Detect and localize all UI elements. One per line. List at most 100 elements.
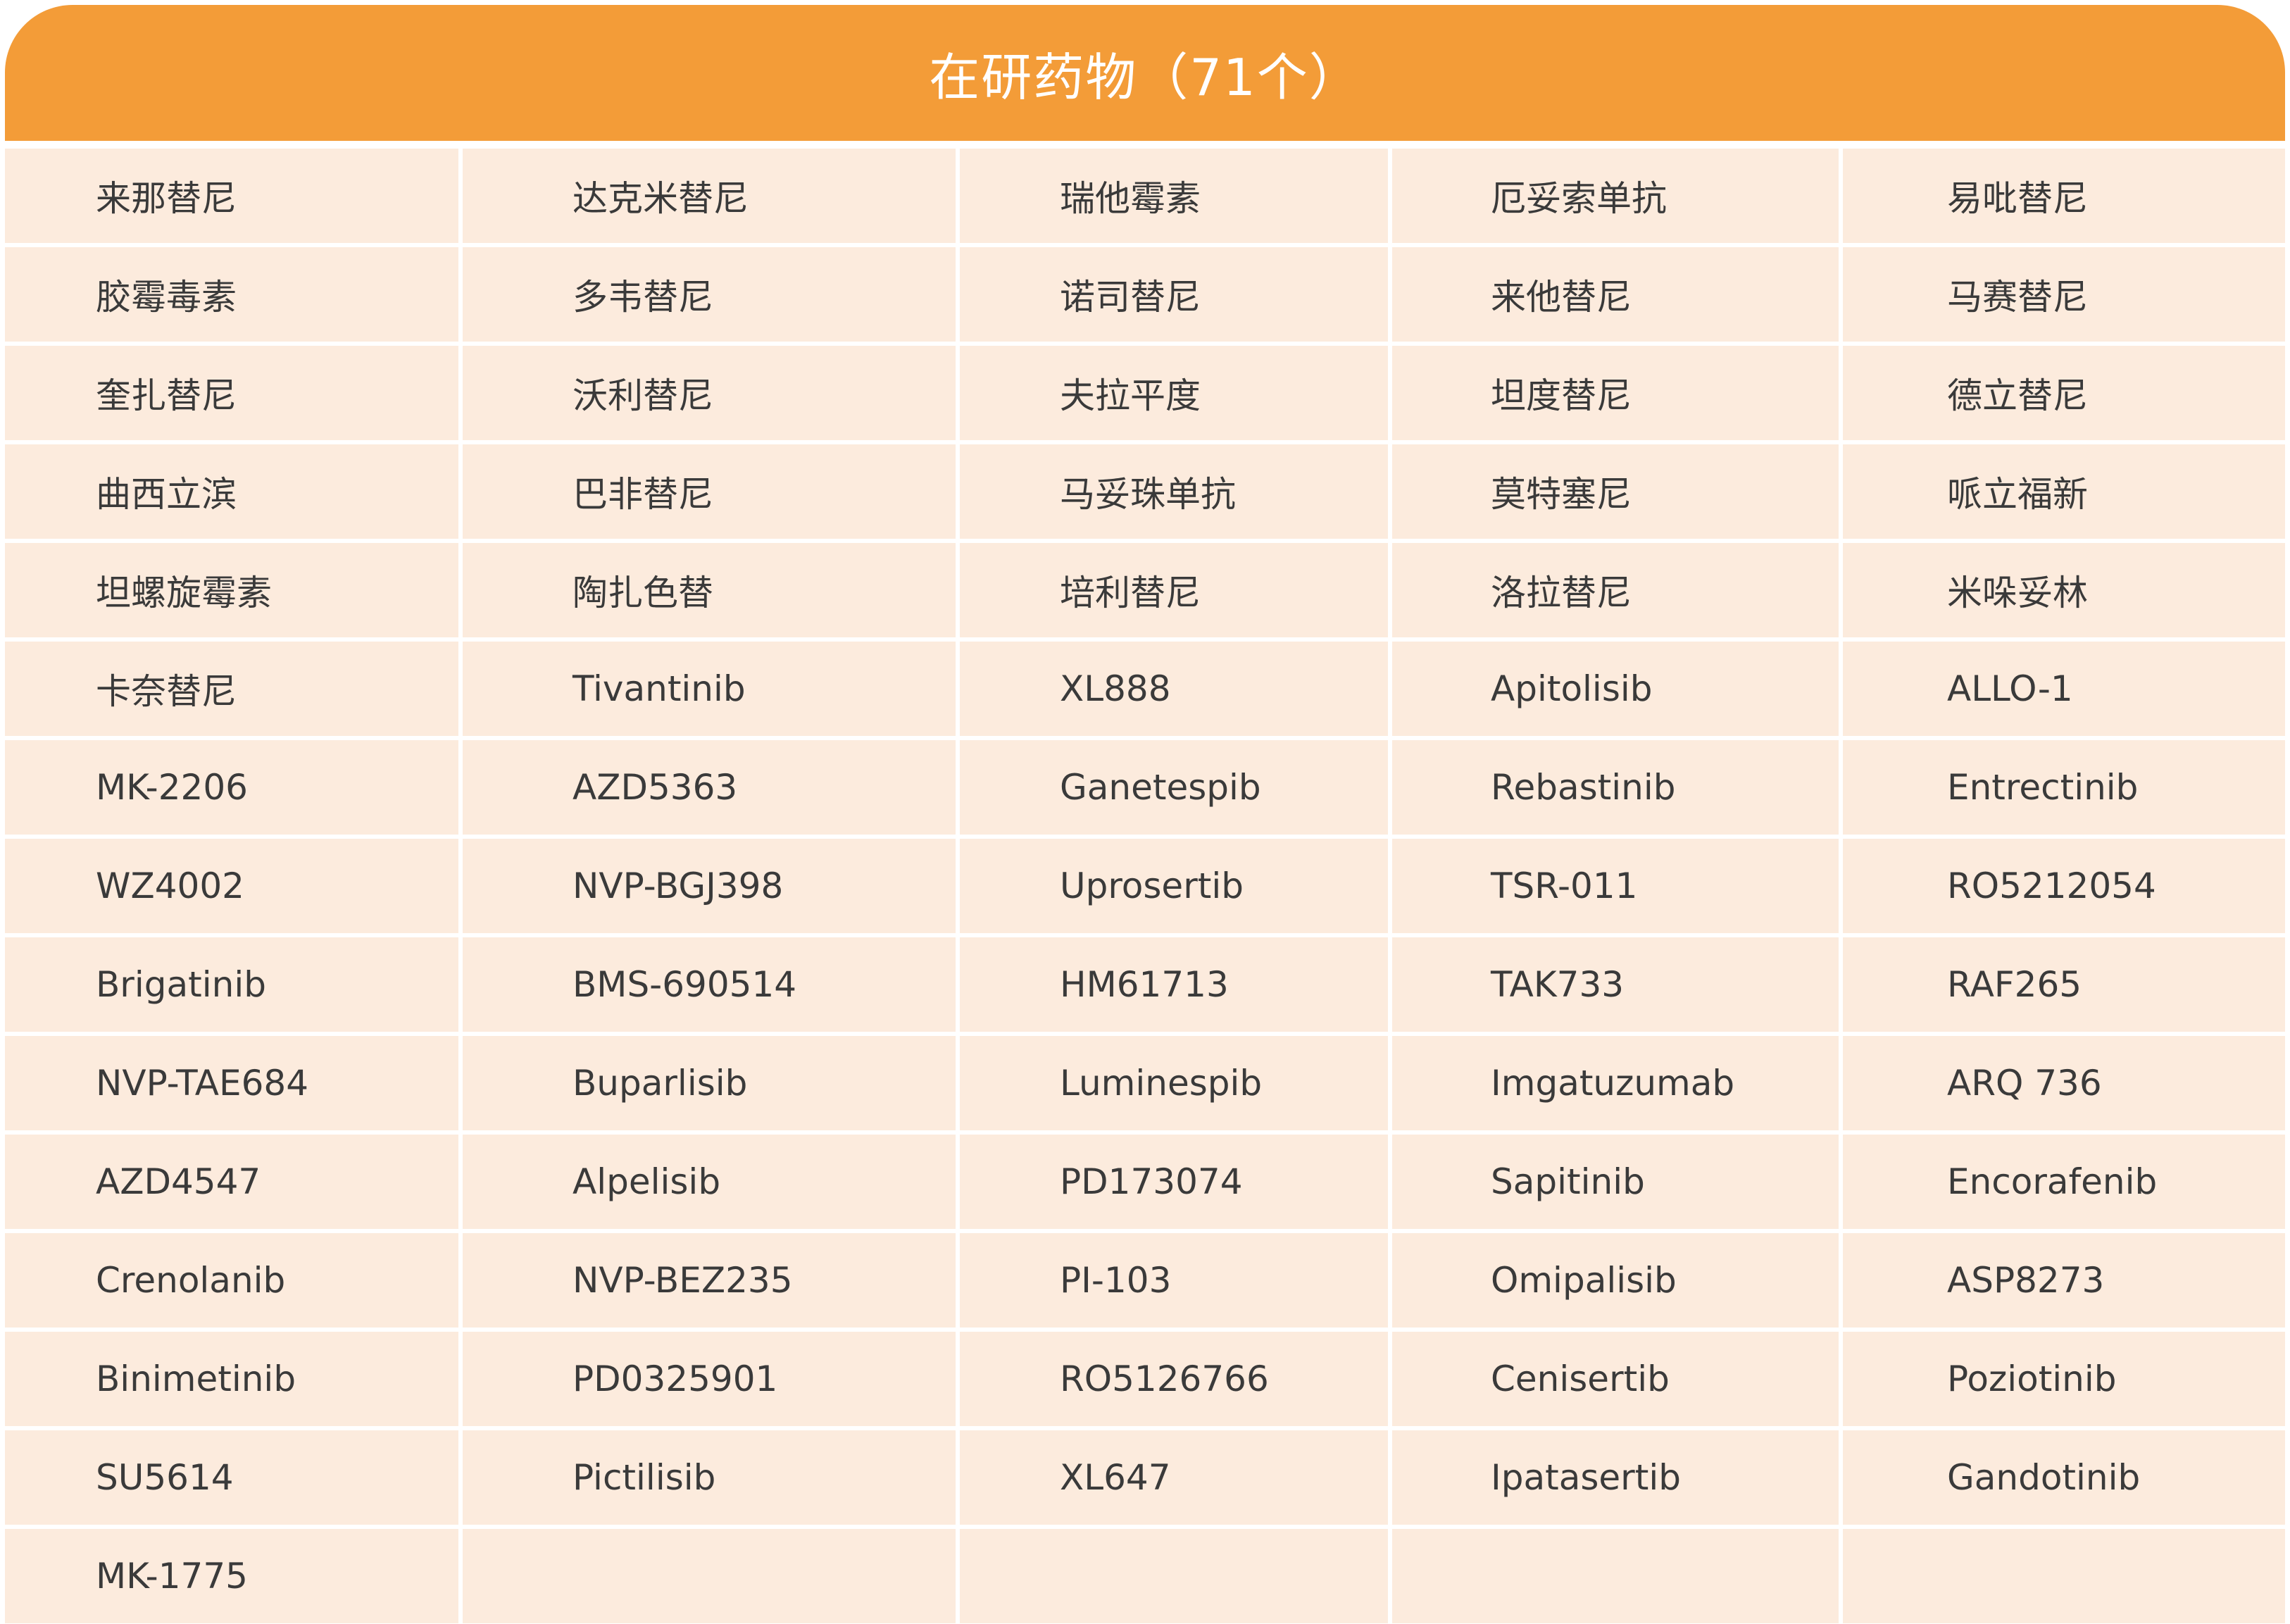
drug-name: PD0325901 xyxy=(572,1358,778,1399)
table-cell: Tivantinib xyxy=(463,642,956,736)
drug-name: Cenisertib xyxy=(1491,1358,1670,1399)
drug-name: Poziotinib xyxy=(1947,1358,2117,1399)
drug-name: 德立替尼 xyxy=(1947,375,2088,416)
table-cell: PD173074 xyxy=(960,1135,1388,1229)
table-cell: 来那替尼 xyxy=(5,149,458,243)
drug-name: 来他替尼 xyxy=(1491,277,1632,318)
table-cell: 瑞他霉素 xyxy=(960,149,1388,243)
table-title: 在研药物（71个） xyxy=(929,48,1361,107)
table-cell: 坦度替尼 xyxy=(1392,346,1839,440)
drug-name: Apitolisib xyxy=(1491,668,1653,709)
drug-name: 厄妥索单抗 xyxy=(1491,178,1667,219)
drug-name: ALLO-1 xyxy=(1947,668,2073,709)
drug-name: 坦度替尼 xyxy=(1491,375,1632,416)
drug-name: 瑞他霉素 xyxy=(1060,178,1201,219)
drug-name: NVP-TAE684 xyxy=(96,1063,309,1104)
table-cell: SU5614 xyxy=(5,1430,458,1525)
table-cell: XL647 xyxy=(960,1430,1388,1525)
drug-name: 卡奈替尼 xyxy=(96,671,237,712)
table-cell: 米哚妥林 xyxy=(1843,543,2285,637)
drug-name: NVP-BGJ398 xyxy=(572,866,784,906)
table-cell: Alpelisib xyxy=(463,1135,956,1229)
drug-name: Crenolanib xyxy=(96,1260,286,1301)
table-cell: WZ4002 xyxy=(5,839,458,933)
table-cell: NVP-BGJ398 xyxy=(463,839,956,933)
drug-name: ASP8273 xyxy=(1947,1260,2105,1301)
table-cell: Rebastinib xyxy=(1392,740,1839,835)
drug-name: AZD4547 xyxy=(96,1161,261,1202)
drug-name: 曲西立滨 xyxy=(96,474,237,515)
table-cell: Imgatuzumab xyxy=(1392,1036,1839,1130)
table-cell: Ipatasertib xyxy=(1392,1430,1839,1525)
table-header: 在研药物（71个） xyxy=(5,5,2285,141)
table-cell: 诺司替尼 xyxy=(960,247,1388,342)
table-cell: Entrectinib xyxy=(1843,740,2285,835)
drug-name: TSR-011 xyxy=(1491,866,1638,906)
table-cell: 曲西立滨 xyxy=(5,444,458,539)
drug-name: 胶霉毒素 xyxy=(96,277,237,318)
table-cell: Apitolisib xyxy=(1392,642,1839,736)
drug-name: Brigatinib xyxy=(96,964,266,1005)
table-cell: ASP8273 xyxy=(1843,1233,2285,1328)
drug-name: 洛拉替尼 xyxy=(1491,573,1632,613)
drug-name: Ipatasertib xyxy=(1491,1457,1681,1498)
drug-name: Rebastinib xyxy=(1491,767,1676,808)
table-cell: 多韦替尼 xyxy=(463,247,956,342)
drug-name: Gandotinib xyxy=(1947,1457,2141,1498)
drug-name: Uprosertib xyxy=(1060,866,1244,906)
table-cell: Poziotinib xyxy=(1843,1332,2285,1426)
table-cell xyxy=(1843,1529,2285,1623)
table-cell: Uprosertib xyxy=(960,839,1388,933)
table-cell: AZD4547 xyxy=(5,1135,458,1229)
table-cell: Sapitinib xyxy=(1392,1135,1839,1229)
table-cell: HM61713 xyxy=(960,937,1388,1032)
table-body: 来那替尼 达克米替尼 瑞他霉素 厄妥索单抗 易吡替尼 胶霉毒素 多韦替尼 诺司替尼 来他替尼 马赛… xyxy=(5,149,2285,1623)
table-cell: 卡奈替尼 xyxy=(5,642,458,736)
table-cell: 胶霉毒素 xyxy=(5,247,458,342)
drug-name: RAF265 xyxy=(1947,964,2082,1005)
table-cell: Crenolanib xyxy=(5,1233,458,1328)
drug-name: Omipalisib xyxy=(1491,1260,1677,1301)
drug-name: XL647 xyxy=(1060,1457,1171,1498)
drug-name: 巴非替尼 xyxy=(572,474,713,515)
table-cell: ARQ 736 xyxy=(1843,1036,2285,1130)
drug-name: 坦螺旋霉素 xyxy=(96,573,272,613)
table-cell: Cenisertib xyxy=(1392,1332,1839,1426)
table-cell: 莫特塞尼 xyxy=(1392,444,1839,539)
table-cell: PD0325901 xyxy=(463,1332,956,1426)
drug-name: Sapitinib xyxy=(1491,1161,1645,1202)
drug-name: 沃利替尼 xyxy=(572,375,713,416)
drug-name: PI-103 xyxy=(1060,1260,1172,1301)
table-cell: Omipalisib xyxy=(1392,1233,1839,1328)
table-cell: 沃利替尼 xyxy=(463,346,956,440)
drug-name: 易吡替尼 xyxy=(1947,178,2088,219)
table-cell: ALLO-1 xyxy=(1843,642,2285,736)
drug-name: 夫拉平度 xyxy=(1060,375,1201,416)
drug-name: 莫特塞尼 xyxy=(1491,474,1632,515)
drug-name: Alpelisib xyxy=(572,1161,721,1202)
table-cell: Brigatinib xyxy=(5,937,458,1032)
drug-name: 来那替尼 xyxy=(96,178,237,219)
table-cell: AZD5363 xyxy=(463,740,956,835)
drug-name: Entrectinib xyxy=(1947,767,2139,808)
table-cell: MK-2206 xyxy=(5,740,458,835)
drug-name: MK-2206 xyxy=(96,767,248,808)
drug-name: 达克米替尼 xyxy=(572,178,749,219)
table-cell: NVP-TAE684 xyxy=(5,1036,458,1130)
table-cell: 达克米替尼 xyxy=(463,149,956,243)
table-cell: RAF265 xyxy=(1843,937,2285,1032)
drug-name: Ganetespib xyxy=(1060,767,1261,808)
drug-name: Buparlisib xyxy=(572,1063,748,1104)
drug-name: ARQ 736 xyxy=(1947,1063,2102,1104)
table-cell: 巴非替尼 xyxy=(463,444,956,539)
table-cell: XL888 xyxy=(960,642,1388,736)
table-cell: 陶扎色替 xyxy=(463,543,956,637)
table-cell: 德立替尼 xyxy=(1843,346,2285,440)
drug-name: Luminespib xyxy=(1060,1063,1263,1104)
table-cell: Gandotinib xyxy=(1843,1430,2285,1525)
table-cell: Pictilisib xyxy=(463,1430,956,1525)
table-cell: 来他替尼 xyxy=(1392,247,1839,342)
table-cell: RO5126766 xyxy=(960,1332,1388,1426)
table-cell: MK-1775 xyxy=(5,1529,458,1623)
table-cell: PI-103 xyxy=(960,1233,1388,1328)
